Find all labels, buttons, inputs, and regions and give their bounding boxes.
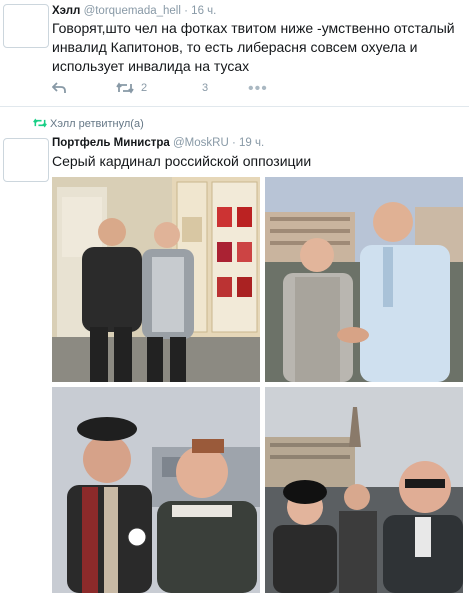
photo-2[interactable]	[265, 177, 463, 382]
retweet-icon[interactable]	[116, 82, 134, 97]
tweet-header: Портфель Министра @MoskRU · 19 ч.	[52, 137, 264, 149]
avatar[interactable]	[3, 138, 49, 182]
handle[interactable]: @torquemada_hell	[84, 5, 181, 17]
timestamp[interactable]: 19 ч.	[239, 137, 264, 149]
retweet-context[interactable]: Хэлл ретвитнул(а)	[33, 118, 144, 131]
photo-4[interactable]	[265, 387, 463, 593]
display-name[interactable]: Портфель Министра	[52, 137, 170, 149]
more-icon[interactable]: •••	[248, 80, 268, 98]
separator: ·	[231, 137, 236, 149]
tweet-text: Говорят,што чел на фотках твитом ниже -у…	[52, 20, 455, 74]
tweet-header: Хэлл @torquemada_hell · 16 ч.	[52, 5, 216, 17]
retweet-count: 2	[141, 82, 148, 94]
photo-3[interactable]	[52, 387, 260, 593]
retweet-icon	[33, 118, 47, 131]
tweet-actions: 2 3 •••	[51, 80, 352, 98]
divider	[0, 106, 469, 107]
like-icon[interactable]	[180, 82, 194, 97]
tweet-text: Серый кардинал российской оппозиции	[52, 153, 312, 169]
display-name[interactable]: Хэлл	[52, 5, 80, 17]
like-count: 3	[202, 82, 209, 94]
photo-grid	[52, 177, 463, 593]
reply-icon[interactable]	[51, 82, 66, 97]
photo-1[interactable]	[52, 177, 260, 382]
separator: ·	[184, 5, 188, 17]
tweet-top: Хэлл @torquemada_hell · 16 ч. Говорят,шт…	[0, 0, 469, 104]
timestamp[interactable]: 16 ч.	[191, 5, 216, 17]
handle[interactable]: @MoskRU	[173, 137, 229, 149]
avatar[interactable]	[3, 4, 49, 48]
retweet-note-label: Хэлл ретвитнул(а)	[50, 118, 144, 130]
